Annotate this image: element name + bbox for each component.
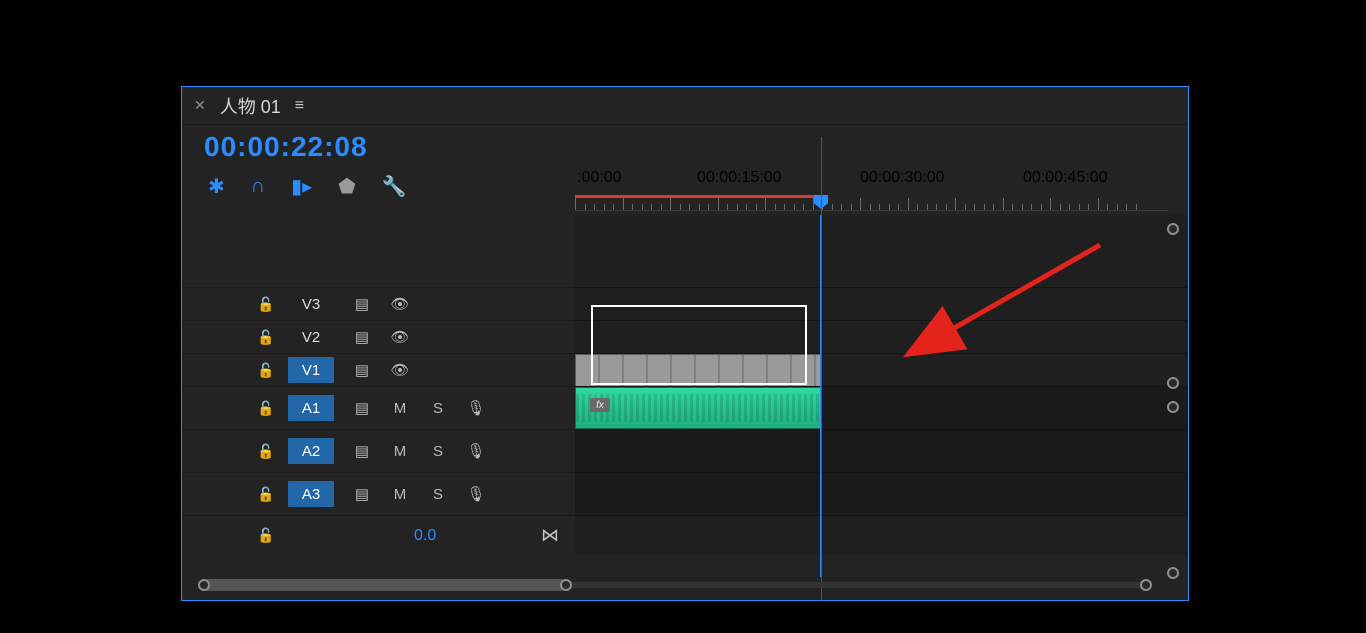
voiceover-mic-icon[interactable]: 🎙	[460, 399, 492, 417]
track-header-v1[interactable]: 🔓 V1 ▤ 👁	[182, 353, 575, 386]
mute-button[interactable]: M	[384, 400, 416, 417]
scrollbar-cap-left[interactable]	[198, 579, 210, 591]
voiceover-mic-icon[interactable]: 🎙	[460, 485, 492, 503]
track-lane-a1[interactable]: fx	[575, 386, 1188, 429]
lock-icon[interactable]: 🔓	[256, 400, 276, 417]
lock-icon[interactable]: 🔓	[256, 362, 276, 379]
track-target-a3[interactable]: A3	[288, 481, 334, 507]
track-header-spacer	[182, 215, 575, 287]
voiceover-mic-icon[interactable]: 🎙	[460, 442, 492, 460]
sync-lock-icon[interactable]: ▤	[346, 295, 378, 313]
track-lane-a3[interactable]	[575, 472, 1188, 515]
timeline-panel: ✕ 人物 01 ≡ 00:00:22:08 ✱ ∩ ▮▸ ⬟ 🔧 :00:00 …	[181, 86, 1189, 601]
audio-clip[interactable]: fx	[575, 387, 821, 429]
ruler-ticks	[575, 195, 1168, 211]
track-target-v1[interactable]: V1	[288, 357, 334, 383]
ruler-track[interactable]	[575, 195, 1168, 213]
track-target-v3[interactable]: V3	[288, 291, 334, 317]
eye-icon[interactable]: 👁	[384, 328, 416, 346]
lock-icon[interactable]: 🔓	[256, 329, 276, 346]
scrollbar-thumb[interactable]	[202, 579, 567, 591]
track-lane-v2[interactable]	[575, 320, 1188, 353]
track-headers: 🔓 V3 ▤ 👁 🔓 V2 ▤ 👁 🔓 V1 ▤ 👁 🔓	[182, 215, 575, 555]
marker-icon[interactable]: ⬟	[338, 174, 355, 199]
timeline-header: 00:00:22:08 ✱ ∩ ▮▸ ⬟ 🔧 :00:00 00:00:15:0…	[182, 125, 1188, 215]
zoom-handle[interactable]	[1167, 223, 1179, 235]
zoom-handle[interactable]	[1167, 401, 1179, 413]
track-lane-a2[interactable]	[575, 429, 1188, 472]
ruler-label: 00:00:15:00	[697, 169, 782, 187]
lock-icon[interactable]: 🔓	[256, 527, 276, 544]
eye-icon[interactable]: 👁	[384, 361, 416, 379]
mute-button[interactable]: M	[384, 486, 416, 503]
timeline-body: 🔓 V3 ▤ 👁 🔓 V2 ▤ 👁 🔓 V1 ▤ 👁 🔓	[182, 215, 1188, 555]
close-icon[interactable]: ✕	[194, 97, 206, 114]
track-header-a3[interactable]: 🔓 A3 ▤ M S 🎙	[182, 472, 575, 515]
track-footer: 🔓 0.0 ⋈	[182, 515, 575, 555]
horizontal-zoom-scrollbar[interactable]	[192, 576, 1158, 594]
video-clip[interactable]	[575, 354, 821, 387]
track-lane-v1[interactable]	[575, 353, 1188, 386]
snap-icon[interactable]: ∩	[251, 175, 265, 198]
sync-lock-icon[interactable]: ▤	[346, 361, 378, 379]
solo-button[interactable]: S	[422, 486, 454, 503]
link-tracks-icon[interactable]: ⋈	[541, 525, 559, 546]
secondary-guide-line	[821, 137, 822, 578]
ruler-area[interactable]: :00:00 00:00:15:00 00:00:30:00 00:00:45:…	[575, 125, 1188, 215]
ruler-label: 00:00:30:00	[860, 169, 945, 187]
vertical-zoom-bar[interactable]	[1164, 217, 1184, 560]
ruler-label: 00:00:45:00	[1023, 169, 1108, 187]
track-lane-spacer	[575, 215, 1188, 287]
mute-button[interactable]: M	[384, 443, 416, 460]
ruler-label: :00:00	[577, 169, 621, 187]
settings-wrench-icon[interactable]: 🔧	[382, 174, 407, 199]
current-timecode[interactable]: 00:00:22:08	[204, 131, 575, 163]
panel-menu-icon[interactable]: ≡	[295, 97, 304, 115]
linked-selection-icon[interactable]: ▮▸	[291, 174, 312, 199]
nest-sequence-icon[interactable]: ✱	[208, 174, 225, 199]
lock-icon[interactable]: 🔓	[256, 486, 276, 503]
solo-button[interactable]: S	[422, 400, 454, 417]
eye-icon[interactable]: 👁	[384, 295, 416, 313]
sync-lock-icon[interactable]: ▤	[346, 399, 378, 417]
zoom-handle[interactable]	[1167, 567, 1179, 579]
sync-lock-icon[interactable]: ▤	[346, 328, 378, 346]
header-left: 00:00:22:08 ✱ ∩ ▮▸ ⬟ 🔧	[182, 125, 575, 215]
solo-button[interactable]: S	[422, 443, 454, 460]
lock-icon[interactable]: 🔓	[256, 443, 276, 460]
zoom-handle[interactable]	[1167, 377, 1179, 389]
track-lane-v3[interactable]	[575, 287, 1188, 320]
track-header-v3[interactable]: 🔓 V3 ▤ 👁	[182, 287, 575, 320]
sync-lock-icon[interactable]: ▤	[346, 442, 378, 460]
timeline-tracks-area[interactable]: fx	[575, 215, 1188, 555]
track-target-a1[interactable]: A1	[288, 395, 334, 421]
sync-lock-icon[interactable]: ▤	[346, 485, 378, 503]
lock-icon[interactable]: 🔓	[256, 296, 276, 313]
fx-badge[interactable]: fx	[590, 398, 610, 412]
track-target-v2[interactable]: V2	[288, 324, 334, 350]
track-header-a1[interactable]: 🔓 A1 ▤ M S 🎙	[182, 386, 575, 429]
sequence-name[interactable]: 人物 01	[220, 93, 281, 119]
scrollbar-end-cap[interactable]	[1140, 579, 1152, 591]
track-header-v2[interactable]: 🔓 V2 ▤ 👁	[182, 320, 575, 353]
track-lane-footer	[575, 515, 1188, 555]
track-target-a2[interactable]: A2	[288, 438, 334, 464]
panel-titlebar: ✕ 人物 01 ≡	[182, 87, 1188, 125]
scrollbar-cap-right[interactable]	[560, 579, 572, 591]
timeline-toolbar: ✱ ∩ ▮▸ ⬟ 🔧	[204, 171, 575, 199]
track-header-a2[interactable]: 🔓 A2 ▤ M S 🎙	[182, 429, 575, 472]
audio-zoom-value[interactable]: 0.0	[414, 527, 436, 545]
